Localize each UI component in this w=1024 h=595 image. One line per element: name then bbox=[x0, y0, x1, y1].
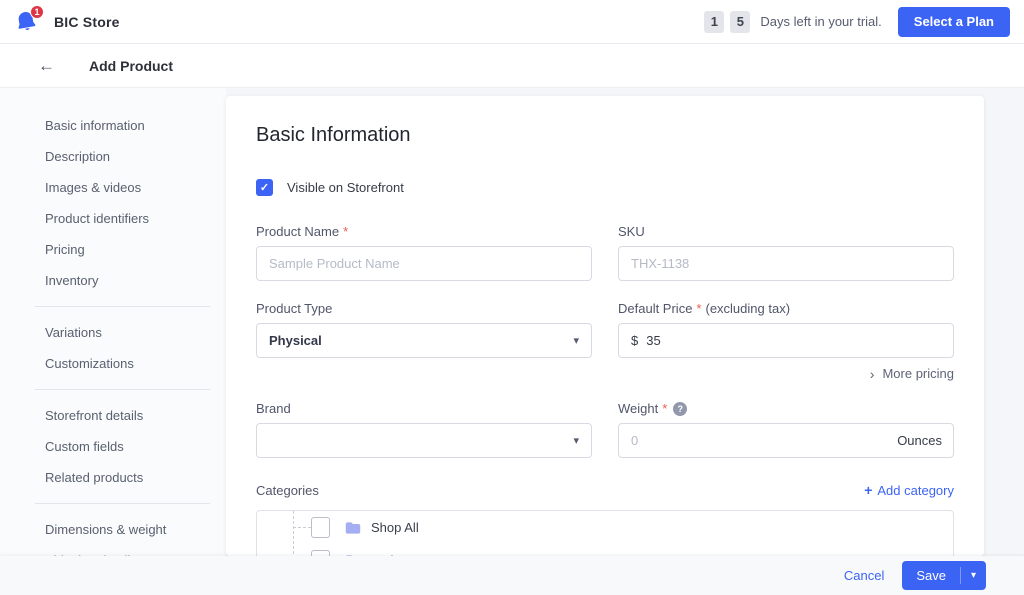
plus-icon: + bbox=[864, 482, 872, 498]
cancel-button[interactable]: Cancel bbox=[844, 568, 884, 583]
sidebar-item-description[interactable]: Description bbox=[0, 141, 226, 172]
required-asterisk: * bbox=[696, 301, 701, 316]
category-tree: Shop All Bath bbox=[256, 510, 954, 556]
store-name: BIC Store bbox=[54, 14, 120, 30]
product-type-value: Physical bbox=[269, 333, 322, 348]
top-header: 1 BIC Store 1 5 Days left in your trial.… bbox=[0, 0, 1024, 44]
trial-text: Days left in your trial. bbox=[760, 14, 881, 29]
sidebar-item-related-products[interactable]: Related products bbox=[0, 462, 226, 493]
notification-badge: 1 bbox=[30, 5, 44, 19]
categories-label: Categories bbox=[256, 483, 319, 498]
chevron-down-icon: ▾ bbox=[573, 334, 579, 347]
required-asterisk: * bbox=[343, 224, 348, 239]
more-pricing-link[interactable]: › More pricing bbox=[618, 366, 954, 381]
default-price-label: Default Price * (excluding tax) bbox=[618, 301, 954, 316]
product-type-select[interactable]: Physical ▾ bbox=[256, 323, 592, 358]
sidebar-divider bbox=[35, 306, 210, 307]
page-header: ← Add Product bbox=[0, 44, 1024, 88]
section-nav-sidebar: Basic information Description Images & v… bbox=[0, 88, 226, 556]
visible-on-storefront-label: Visible on Storefront bbox=[287, 180, 404, 195]
select-plan-button[interactable]: Select a Plan bbox=[898, 7, 1010, 37]
visible-on-storefront-checkbox[interactable]: ✓ bbox=[256, 179, 273, 196]
store-logo[interactable]: 1 bbox=[14, 9, 40, 35]
sidebar-item-inventory[interactable]: Inventory bbox=[0, 265, 226, 296]
brand-select[interactable]: ▾ bbox=[256, 423, 592, 458]
trial-days-digit-tens: 1 bbox=[704, 11, 724, 33]
sidebar-item-images-videos[interactable]: Images & videos bbox=[0, 172, 226, 203]
sidebar-divider bbox=[35, 503, 210, 504]
folder-icon bbox=[345, 521, 361, 535]
category-name[interactable]: Shop All bbox=[371, 520, 419, 535]
default-price-input[interactable]: $ 35 bbox=[618, 323, 954, 358]
category-row-shop-all: Shop All bbox=[257, 511, 953, 544]
sidebar-item-storefront-details[interactable]: Storefront details bbox=[0, 400, 226, 431]
brand-label: Brand bbox=[256, 401, 592, 416]
sidebar-item-basic-information[interactable]: Basic information bbox=[0, 110, 226, 141]
action-footer: Cancel Save ▾ bbox=[0, 556, 1024, 595]
sidebar-item-customizations[interactable]: Customizations bbox=[0, 348, 226, 379]
sidebar-item-custom-fields[interactable]: Custom fields bbox=[0, 431, 226, 462]
section-title: Basic Information bbox=[256, 124, 954, 147]
sidebar-item-pricing[interactable]: Pricing bbox=[0, 234, 226, 265]
back-arrow-icon[interactable]: ← bbox=[38, 57, 55, 74]
sidebar-item-product-identifiers[interactable]: Product identifiers bbox=[0, 203, 226, 234]
product-type-label: Product Type bbox=[256, 301, 592, 316]
currency-symbol: $ bbox=[631, 333, 638, 348]
weight-input[interactable] bbox=[618, 423, 954, 458]
sku-input[interactable] bbox=[618, 246, 954, 281]
add-category-link[interactable]: + Add category bbox=[864, 482, 954, 498]
product-name-input[interactable] bbox=[256, 246, 592, 281]
weight-label: Weight * ? bbox=[618, 401, 954, 416]
chevron-down-icon: ▾ bbox=[573, 434, 579, 447]
sidebar-item-variations[interactable]: Variations bbox=[0, 317, 226, 348]
product-name-label: Product Name * bbox=[256, 224, 592, 239]
save-button[interactable]: Save ▾ bbox=[902, 561, 986, 590]
category-checkbox[interactable] bbox=[311, 517, 330, 538]
category-row-bath: Bath bbox=[257, 544, 953, 556]
trial-days-digit-ones: 5 bbox=[730, 11, 750, 33]
default-price-value: 35 bbox=[646, 333, 660, 348]
chevron-right-icon: › bbox=[870, 367, 875, 381]
sidebar-item-dimensions-weight[interactable]: Dimensions & weight bbox=[0, 514, 226, 545]
help-icon[interactable]: ? bbox=[673, 402, 687, 416]
save-dropdown-caret-icon[interactable]: ▾ bbox=[961, 570, 986, 581]
sku-label: SKU bbox=[618, 224, 954, 239]
page-title: Add Product bbox=[89, 58, 173, 74]
basic-information-panel: Basic Information ✓ Visible on Storefron… bbox=[226, 96, 984, 556]
required-asterisk: * bbox=[662, 401, 667, 416]
sidebar-divider bbox=[35, 389, 210, 390]
